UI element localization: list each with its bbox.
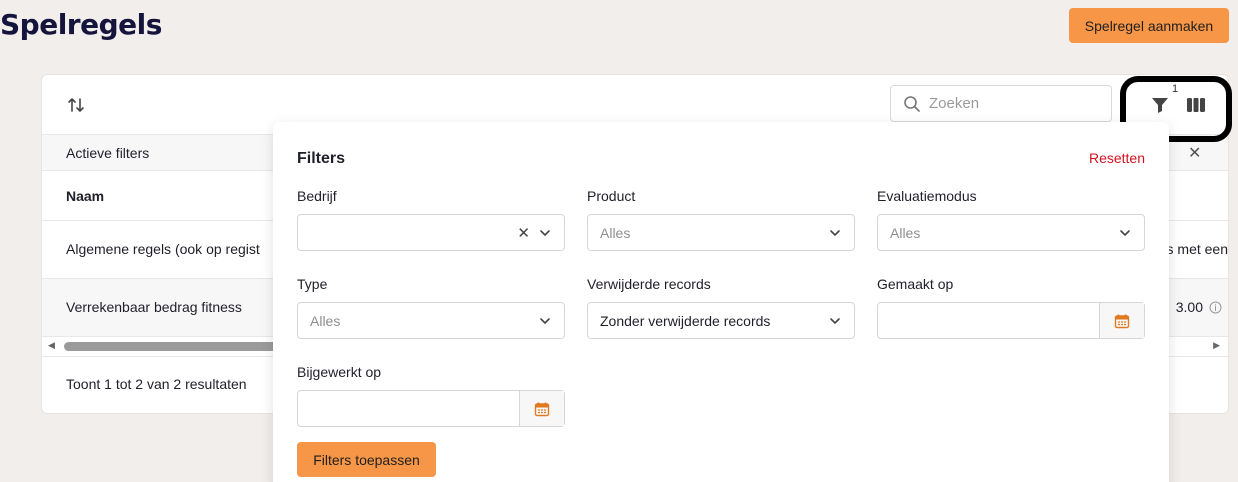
info-icon[interactable] (1209, 301, 1222, 314)
updated-on-label: Bijgewerkt op (297, 364, 382, 380)
search-input[interactable] (929, 95, 1099, 112)
company-select[interactable]: ✕ (297, 214, 565, 251)
updated-on-date-field[interactable] (297, 390, 565, 427)
close-icon[interactable]: ✕ (1188, 143, 1201, 163)
row-extra: 3.00 (1175, 299, 1203, 315)
page-title: Spelregels (0, 8, 162, 41)
created-on-calendar-button[interactable] (1099, 303, 1144, 338)
product-label: Product (587, 188, 636, 204)
row-name: Verrekenbaar bedrag fitness (66, 299, 242, 315)
filters-title: Filters (297, 150, 346, 167)
scroll-thumb[interactable] (64, 342, 284, 351)
type-value: Alles (310, 312, 341, 329)
filter-count-badge: 1 (1172, 83, 1179, 95)
scroll-right-icon[interactable]: ▶ (1213, 340, 1220, 351)
product-filter: Product Alles (587, 188, 855, 251)
deleted-records-value: Zonder verwijderde records (600, 312, 771, 329)
created-on-filter: Gemaakt op (877, 276, 1145, 339)
filters-panel: Filters Resetten Bedrijf ✕ Product Alles… (273, 122, 1169, 482)
product-select[interactable]: Alles (587, 214, 855, 251)
evaluation-mode-value: Alles (890, 224, 921, 241)
row-extra-group: 3.00 (1176, 299, 1222, 315)
apply-filters-button[interactable]: Filters toepassen (297, 442, 436, 477)
calendar-icon (534, 402, 550, 416)
type-filter: Type Alles (297, 276, 565, 339)
reset-filters-link[interactable]: Resetten (1089, 150, 1145, 166)
row-name: Algemene regels (ook op regist (66, 241, 260, 257)
sort-icon[interactable] (66, 95, 86, 115)
search-field[interactable] (890, 85, 1112, 122)
deleted-records-label: Verwijderde records (587, 276, 711, 292)
evaluation-mode-filter: Evaluatiemodus Alles (877, 188, 1145, 251)
filter-button[interactable] (1148, 93, 1172, 117)
active-filters-label: Actieve filters (66, 145, 150, 161)
updated-on-calendar-button[interactable] (519, 391, 564, 426)
updated-on-filter: Bijgewerkt op (297, 364, 565, 427)
type-select[interactable]: Alles (297, 302, 565, 339)
created-on-date-field[interactable] (877, 302, 1145, 339)
chevron-down-icon (1120, 230, 1130, 237)
deleted-records-filter: Verwijderde records Zonder verwijderde r… (587, 276, 855, 339)
columns-icon (1187, 98, 1205, 112)
columns-button[interactable] (1184, 93, 1208, 117)
created-on-label: Gemaakt op (877, 276, 954, 292)
create-rule-button[interactable]: Spelregel aanmaken (1069, 8, 1229, 43)
evaluation-mode-label: Evaluatiemodus (877, 188, 977, 204)
product-value: Alles (600, 224, 631, 241)
scroll-left-icon[interactable]: ◀ (48, 340, 55, 351)
company-filter: Bedrijf ✕ (297, 188, 565, 251)
clear-icon[interactable]: ✕ (517, 224, 530, 242)
result-count: Toont 1 tot 2 van 2 resultaten (66, 376, 247, 392)
type-label: Type (297, 276, 328, 292)
column-header-name[interactable]: Naam (66, 188, 104, 204)
deleted-records-select[interactable]: Zonder verwijderde records (587, 302, 855, 339)
row-extra: s met een (1166, 241, 1228, 257)
company-label: Bedrijf (297, 188, 337, 204)
search-icon (904, 95, 920, 112)
calendar-icon (1114, 314, 1130, 328)
evaluation-mode-select[interactable]: Alles (877, 214, 1145, 251)
chevron-down-icon (830, 230, 840, 237)
chevron-down-icon (830, 318, 840, 325)
chevron-down-icon (540, 230, 550, 237)
chevron-down-icon (540, 318, 550, 325)
filter-icon (1152, 98, 1168, 113)
